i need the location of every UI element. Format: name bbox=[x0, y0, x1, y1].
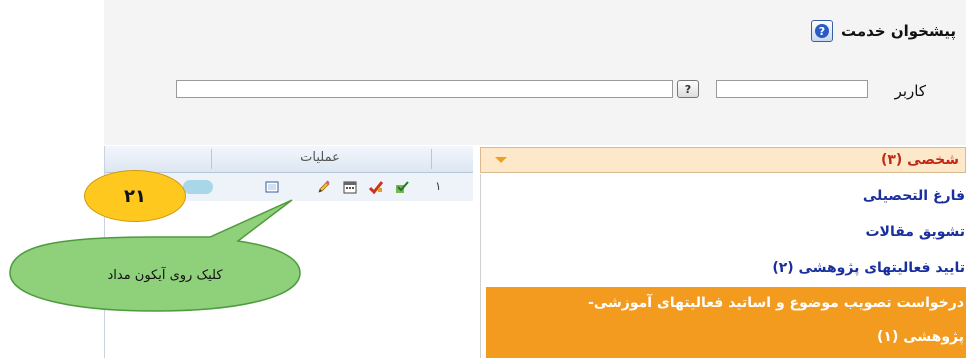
page-header: ? پیشخوان خدمت bbox=[810, 20, 956, 42]
user-lookup-button[interactable]: ? bbox=[677, 80, 699, 98]
list-item[interactable]: تشویق مقالات bbox=[865, 224, 965, 240]
list-item-label: پژوهشی (۱) bbox=[876, 329, 964, 345]
column-divider bbox=[211, 149, 212, 169]
user-label: کاربر bbox=[894, 82, 926, 100]
step-number-badge: ۲۱ bbox=[84, 170, 186, 222]
column-divider bbox=[431, 149, 432, 169]
question-mark-icon: ? bbox=[684, 82, 692, 96]
confirm-edit-icon[interactable] bbox=[368, 180, 384, 195]
list-item-selected[interactable]: درخواست تصویب موضوع و اساتید فعالیتهای آ… bbox=[486, 287, 966, 358]
chevron-down-icon bbox=[495, 157, 507, 163]
category-dropdown[interactable]: شخصی (۳) bbox=[480, 147, 966, 173]
page-title: پیشخوان خدمت bbox=[840, 22, 956, 40]
help-icon: ? bbox=[814, 24, 829, 38]
list-item[interactable]: تایید فعالیتهای پژوهشی (۲) bbox=[772, 260, 965, 276]
list-item-label: درخواست تصویب موضوع و اساتید فعالیتهای آ… bbox=[588, 295, 964, 311]
list-item[interactable]: فارغ التحصیلی bbox=[863, 188, 965, 204]
step-number: ۲۱ bbox=[124, 185, 146, 207]
grid-header: عملیات bbox=[105, 146, 473, 173]
calendar-icon[interactable] bbox=[343, 180, 357, 194]
row-number: ۱ bbox=[435, 179, 442, 193]
user-name-input[interactable] bbox=[176, 80, 673, 98]
approve-icon[interactable] bbox=[395, 180, 409, 194]
operations-column-header: عملیات bbox=[300, 150, 340, 165]
user-code-input[interactable] bbox=[716, 80, 868, 98]
help-button[interactable]: ? bbox=[810, 20, 833, 42]
callout-text: کلیک روی آیکون مداد bbox=[107, 268, 223, 283]
category-label: شخصی (۳) bbox=[880, 152, 959, 168]
